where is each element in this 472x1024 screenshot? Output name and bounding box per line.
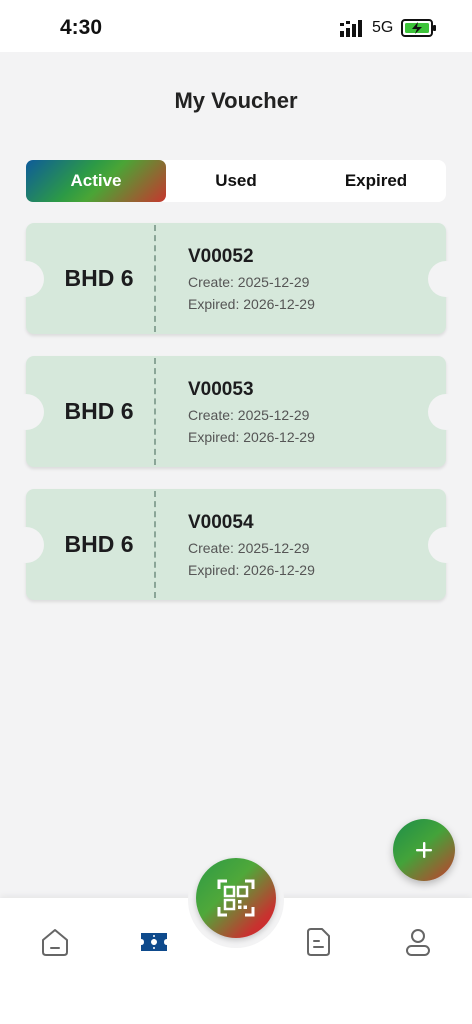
voucher-icon bbox=[141, 933, 167, 951]
battery-charging-icon bbox=[401, 19, 436, 37]
voucher-amount: BHD 6 bbox=[64, 531, 134, 557]
voucher-code: V00054 bbox=[188, 512, 254, 533]
voucher-amount: BHD 6 bbox=[64, 398, 134, 424]
signal-icon bbox=[340, 20, 362, 37]
voucher-create-date: Create: 2025-12-29 bbox=[188, 407, 310, 423]
qr-scan-button[interactable] bbox=[196, 858, 276, 938]
ticket-notch bbox=[428, 527, 464, 563]
add-voucher-button[interactable] bbox=[393, 819, 455, 881]
voucher-expired-date: Expired: 2026-12-29 bbox=[188, 429, 315, 445]
voucher-amount: BHD 6 bbox=[64, 265, 134, 291]
home-icon bbox=[42, 929, 68, 956]
network-label: 5G bbox=[372, 19, 394, 36]
voucher-code: V00052 bbox=[188, 246, 254, 267]
tab-expired[interactable]: Expired bbox=[306, 160, 446, 202]
nav-home[interactable] bbox=[35, 922, 75, 962]
page-title: My Voucher bbox=[174, 88, 298, 113]
nav-voucher[interactable] bbox=[134, 922, 174, 962]
plus-icon bbox=[416, 842, 432, 858]
tab-active[interactable]: Active bbox=[26, 160, 166, 202]
voucher-tabs: Active Used Expired bbox=[26, 160, 446, 202]
voucher-expired-date: Expired: 2026-12-29 bbox=[188, 296, 315, 312]
qr-scan-icon bbox=[217, 879, 255, 917]
profile-icon bbox=[406, 929, 430, 956]
tab-used[interactable]: Used bbox=[166, 160, 306, 202]
status-time: 4:30 bbox=[60, 16, 103, 39]
nav-documents[interactable] bbox=[298, 922, 338, 962]
nav-profile[interactable] bbox=[398, 922, 438, 962]
ticket-notch bbox=[428, 394, 464, 430]
voucher-code: V00053 bbox=[188, 379, 254, 400]
voucher-create-date: Create: 2025-12-29 bbox=[188, 274, 310, 290]
voucher-expired-date: Expired: 2026-12-29 bbox=[188, 562, 315, 578]
voucher-card[interactable]: BHD 6 V00052 Create: 2025-12-29 Expired:… bbox=[8, 223, 464, 334]
voucher-card[interactable]: BHD 6 V00054 Create: 2025-12-29 Expired:… bbox=[8, 489, 464, 600]
ticket-notch bbox=[428, 261, 464, 297]
voucher-card[interactable]: BHD 6 V00053 Create: 2025-12-29 Expired:… bbox=[8, 356, 464, 467]
status-bar: 4:30 5G bbox=[0, 0, 472, 52]
voucher-create-date: Create: 2025-12-29 bbox=[188, 540, 310, 556]
document-icon bbox=[307, 928, 330, 956]
